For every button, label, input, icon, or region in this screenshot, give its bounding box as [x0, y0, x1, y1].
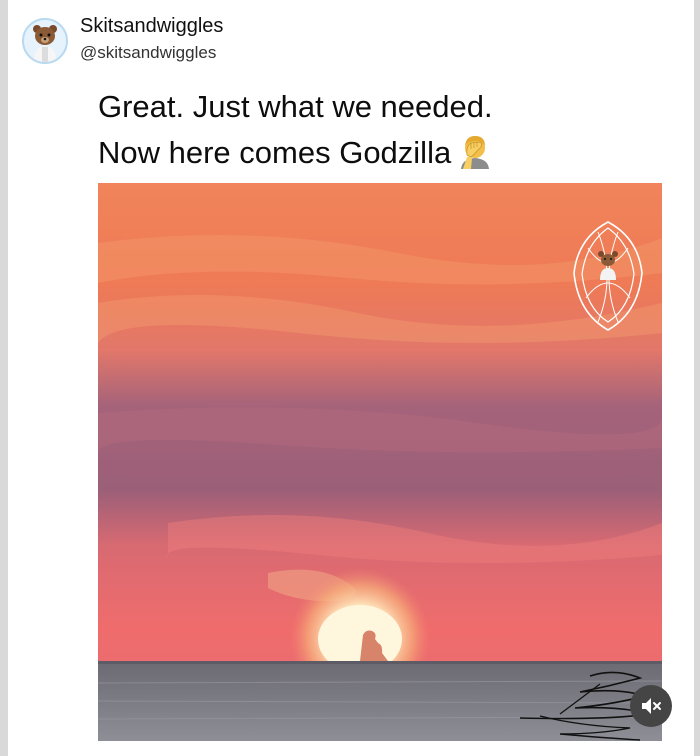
post-text-line: Now here comes Godzilla: [98, 130, 493, 182]
account-handle[interactable]: @skitsandwiggles: [80, 43, 216, 63]
display-name[interactable]: Skitsandwiggles: [80, 15, 223, 38]
muted-speaker-icon: [642, 698, 661, 714]
facepalm-emoji-icon: [457, 133, 493, 182]
post-text-line: Great. Just what we needed.: [98, 89, 493, 124]
post-text: Great. Just what we needed. Now here com…: [98, 84, 493, 182]
bear-sticker-icon: [573, 221, 643, 331]
bear-avatar-icon: [24, 20, 66, 62]
post-screenshot: Skitsandwiggles @skitsandwiggles Great. …: [0, 0, 700, 756]
left-border: [0, 0, 8, 756]
avatar[interactable]: [22, 18, 68, 64]
mute-button[interactable]: [630, 685, 672, 727]
post-text-line-content: Now here comes Godzilla: [98, 135, 452, 170]
right-border: [694, 0, 700, 756]
